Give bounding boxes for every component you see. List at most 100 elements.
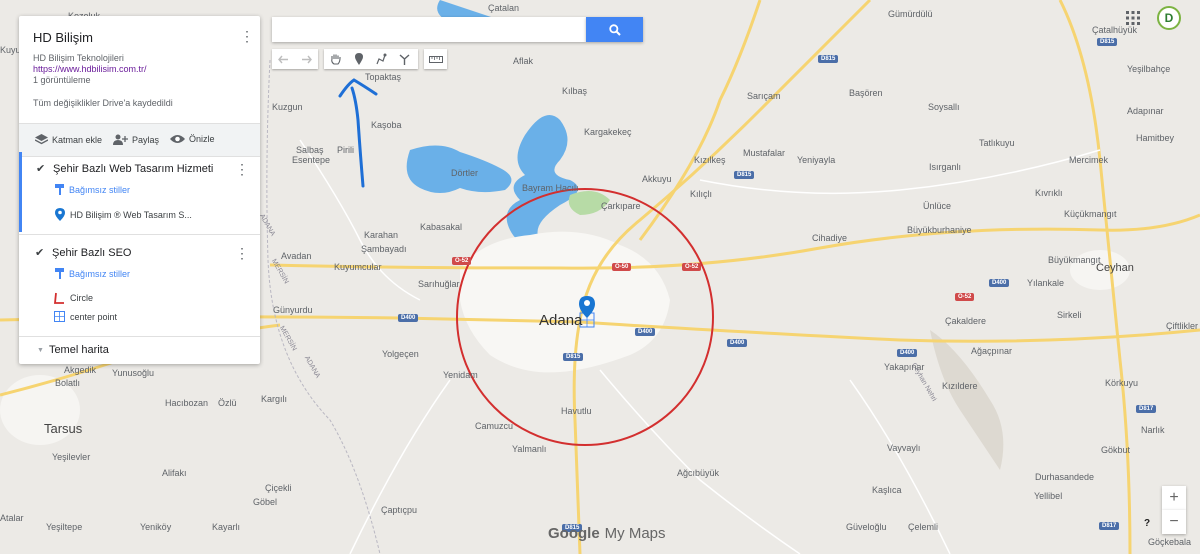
layer-visibility-checkbox[interactable]: ✔ bbox=[35, 246, 44, 259]
place-label: Isırganlı bbox=[929, 162, 962, 172]
road-shield: D817 bbox=[1099, 522, 1120, 530]
base-map-toggle[interactable]: ▼ Temel harita bbox=[37, 344, 109, 356]
road-shield: O-52 bbox=[682, 263, 702, 271]
place-label: Havutlu bbox=[561, 406, 592, 416]
layer-divider bbox=[19, 336, 260, 337]
place-label: Çaptıçpu bbox=[381, 505, 418, 515]
redo-button[interactable] bbox=[295, 49, 318, 69]
measure-toolbar bbox=[424, 49, 447, 69]
undo-button[interactable] bbox=[272, 49, 295, 69]
place-label: Çarkıpare bbox=[601, 201, 641, 211]
place-label: Ağcıbüyük bbox=[677, 468, 720, 478]
marker-icon bbox=[55, 208, 65, 221]
place-label: Çatalhüyük bbox=[1092, 25, 1138, 35]
place-label: Kılbaş bbox=[562, 86, 588, 96]
place-label: Alifakı bbox=[162, 468, 187, 478]
place-label: Yunusoğlu bbox=[112, 368, 155, 378]
place-label: Yeniköy bbox=[140, 522, 172, 532]
place-label: Kaşoba bbox=[371, 120, 402, 130]
place-label: Mustafalar bbox=[743, 148, 786, 158]
place-label: Kızıldere bbox=[942, 381, 978, 391]
draw-line-button[interactable] bbox=[370, 49, 393, 69]
layer-visibility-checkbox[interactable]: ✔ bbox=[36, 162, 45, 175]
preview-button[interactable]: Önizle bbox=[170, 134, 215, 144]
place-label: Göçkebala bbox=[1148, 537, 1192, 547]
shape-icon bbox=[54, 311, 65, 322]
layer-feature-item[interactable]: Circle bbox=[54, 292, 93, 304]
help-button[interactable]: ? bbox=[1140, 516, 1154, 530]
drawing-toolbar bbox=[324, 49, 418, 69]
pan-tool-button[interactable] bbox=[324, 49, 347, 69]
layer-options-icon[interactable]: ⋮ bbox=[235, 161, 249, 178]
place-label: Yenidam bbox=[443, 370, 478, 380]
place-label: Kayarlı bbox=[212, 522, 241, 532]
map-options-menu-icon[interactable]: ⋮ bbox=[240, 28, 254, 45]
place-label: Kızılkeş bbox=[694, 155, 726, 165]
road-shield: D817 bbox=[1136, 405, 1157, 413]
place-label: Büyükmangıt bbox=[1048, 255, 1101, 265]
layers-icon bbox=[35, 134, 48, 145]
layer-name[interactable]: Şehir Bazlı Web Tasarım Hizmeti bbox=[53, 163, 213, 175]
place-label: Kuzgun bbox=[272, 102, 303, 112]
map-link[interactable]: https://www.hdbilisim.com.tr/ bbox=[33, 64, 147, 74]
layer-name[interactable]: Şehir Bazlı SEO bbox=[52, 247, 131, 259]
add-marker-button[interactable] bbox=[347, 49, 370, 69]
road-shield: D400 bbox=[897, 349, 918, 357]
draw-line-icon bbox=[375, 53, 386, 65]
place-label: Camuzcu bbox=[475, 421, 514, 431]
place-label: Mercimek bbox=[1069, 155, 1109, 165]
zoom-in-button[interactable]: + bbox=[1162, 486, 1186, 510]
layer-options-icon[interactable]: ⋮ bbox=[235, 245, 249, 262]
place-label: Büyükburhaniye bbox=[907, 225, 972, 235]
place-label: Güveloğlu bbox=[846, 522, 887, 532]
place-label: Yalmanlı bbox=[512, 444, 547, 454]
view-count: 1 görüntüleme bbox=[33, 75, 91, 85]
place-label: Yolgeçen bbox=[382, 349, 419, 359]
zoom-out-button[interactable]: − bbox=[1162, 510, 1186, 534]
search-input[interactable] bbox=[272, 17, 586, 42]
place-label: Sirkeli bbox=[1057, 310, 1082, 320]
add-person-icon bbox=[113, 134, 128, 145]
place-label: Gökbut bbox=[1101, 445, 1131, 455]
place-label: Kargılı bbox=[261, 394, 288, 404]
place-label: Yeniyayla bbox=[797, 155, 836, 165]
place-label: Esentepe bbox=[292, 155, 331, 165]
place-label: Yellibel bbox=[1034, 491, 1063, 501]
directions-button[interactable] bbox=[393, 49, 416, 69]
place-label: Kabasakal bbox=[420, 222, 463, 232]
google-wordmark: Google bbox=[548, 525, 600, 542]
add-layer-button[interactable]: Katman ekle bbox=[35, 134, 102, 145]
layer-style-link[interactable]: Bağımsız stiller bbox=[55, 184, 130, 195]
layer-style-link[interactable]: Bağımsız stiller bbox=[55, 268, 130, 279]
place-label: Çelemli bbox=[908, 522, 939, 532]
account-avatar[interactable]: D bbox=[1157, 6, 1181, 30]
search-icon bbox=[608, 23, 621, 36]
eye-icon bbox=[170, 135, 185, 143]
road-shield: D815 bbox=[734, 171, 755, 179]
place-label: Vayvaylı bbox=[887, 443, 921, 453]
layer-feature-item[interactable]: HD Bilişim ® Web Tasarım S... bbox=[55, 208, 192, 221]
layer-feature-item[interactable]: center point bbox=[54, 311, 117, 322]
place-label: Göbel bbox=[253, 497, 278, 507]
search-button[interactable] bbox=[586, 17, 643, 42]
road-shield: D815 bbox=[1097, 38, 1118, 46]
apps-grid-icon[interactable] bbox=[1126, 11, 1140, 25]
map-title[interactable]: HD Bilişim bbox=[33, 30, 93, 45]
place-label: Gümürdülü bbox=[888, 9, 933, 19]
place-label: Günyurdu bbox=[273, 305, 313, 315]
layer-web-design[interactable]: ✔ Şehir Bazlı Web Tasarım Hizmeti ⋮ Bağı… bbox=[19, 152, 260, 232]
place-label: Yeşilbahçe bbox=[1127, 64, 1171, 74]
place-label: Bayram Hacılı bbox=[522, 183, 579, 193]
place-label: Kuyumcular bbox=[334, 262, 382, 272]
hand-icon bbox=[331, 54, 341, 65]
place-label: Körkuyu bbox=[1105, 378, 1139, 388]
layer-seo[interactable]: ✔ Şehir Bazlı SEO ⋮ Bağımsız stiller Cir… bbox=[19, 235, 260, 335]
place-label: Ünlüce bbox=[923, 201, 952, 211]
preview-label: Önizle bbox=[189, 134, 215, 144]
place-label: Çatalan bbox=[488, 3, 520, 13]
place-label: Şambayadı bbox=[361, 244, 407, 254]
share-button[interactable]: Paylaş bbox=[113, 134, 159, 145]
measure-button[interactable] bbox=[424, 49, 447, 69]
save-status: Tüm değişiklikler Drive'a kaydedildi bbox=[33, 98, 173, 108]
place-label: Pirili bbox=[337, 145, 354, 155]
